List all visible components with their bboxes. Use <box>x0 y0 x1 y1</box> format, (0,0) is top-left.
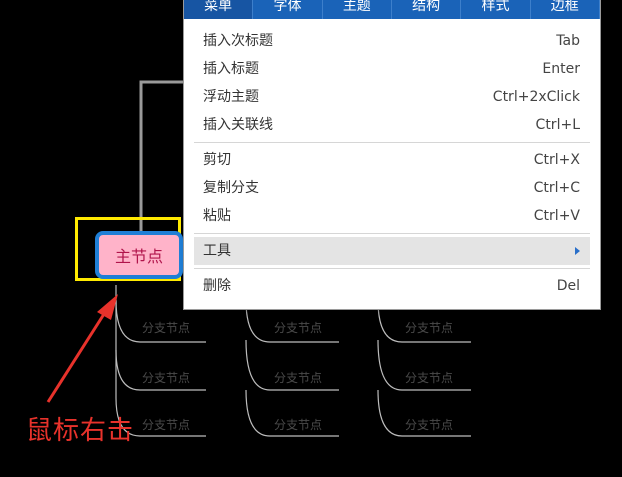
sub-node-label[interactable]: 分支节点 <box>274 369 322 386</box>
submenu-arrow-icon <box>575 247 580 255</box>
sub-node-label[interactable]: 分支节点 <box>405 416 453 433</box>
menu-item-cut[interactable]: 剪切 Ctrl+X <box>184 146 600 174</box>
tab-border[interactable]: 边框 <box>531 0 600 19</box>
menu-item-shortcut: Tab <box>556 33 580 49</box>
main-node[interactable]: 主节点 <box>95 231 183 279</box>
menu-item-shortcut: Ctrl+2xClick <box>492 89 580 105</box>
context-menu-items: 插入次标题 Tab 插入标题 Enter 浮动主题 Ctrl+2xClick 插… <box>184 19 600 300</box>
context-menu[interactable]: 菜单 字体 主题 结构 样式 边框 插入次标题 Tab 插入标题 Enter 浮… <box>183 0 601 310</box>
menu-item-paste[interactable]: 粘贴 Ctrl+V <box>184 202 600 230</box>
menu-item-delete[interactable]: 删除 Del <box>184 272 600 300</box>
main-node-label: 主节点 <box>114 247 163 266</box>
tab-style[interactable]: 样式 <box>461 0 531 19</box>
menu-item-shortcut: Enter <box>542 61 580 77</box>
menu-item-label: 浮动主题 <box>203 89 259 105</box>
menu-item-label: 插入关联线 <box>203 117 273 133</box>
annotation-arrow-head <box>97 294 118 320</box>
menu-item-tools[interactable]: 工具 <box>194 237 590 265</box>
tab-structure[interactable]: 结构 <box>392 0 462 19</box>
menu-item-shortcut: Ctrl+L <box>535 117 580 133</box>
menu-item-label: 删除 <box>203 278 231 294</box>
menu-separator <box>194 233 590 234</box>
menu-item-label: 插入次标题 <box>203 33 273 49</box>
menu-item-copy-branch[interactable]: 复制分支 Ctrl+C <box>184 174 600 202</box>
menu-separator <box>194 268 590 269</box>
menu-item-label: 插入标题 <box>203 61 259 77</box>
sub-node-label[interactable]: 分支节点 <box>142 369 190 386</box>
menu-item-shortcut: Ctrl+V <box>533 208 580 224</box>
menu-item-insert-topic[interactable]: 插入标题 Enter <box>184 55 600 83</box>
sub-node-label[interactable]: 分支节点 <box>142 416 190 433</box>
menu-item-insert-subtopic[interactable]: 插入次标题 Tab <box>184 27 600 55</box>
sub-node-label[interactable]: 分支节点 <box>274 319 322 336</box>
mindmap-canvas[interactable]: 分支节点 分支节点 分支节点 分支节点 分支节点 分支节点 分支节点 分支节点 … <box>0 0 622 477</box>
annotation-arrow-shaft <box>46 313 106 403</box>
menu-item-shortcut: Ctrl+X <box>533 152 580 168</box>
sub-node-label[interactable]: 分支节点 <box>274 416 322 433</box>
menu-item-label: 粘贴 <box>203 208 231 224</box>
menu-item-shortcut: Ctrl+C <box>533 180 580 196</box>
menu-item-label: 复制分支 <box>203 180 259 196</box>
menu-item-shortcut: Del <box>556 278 580 294</box>
context-menu-tabs: 菜单 字体 主题 结构 样式 边框 <box>184 0 600 19</box>
sub-node-label[interactable]: 分支节点 <box>142 319 190 336</box>
menu-separator <box>194 142 590 143</box>
tab-font[interactable]: 字体 <box>253 0 323 19</box>
sub-node-label[interactable]: 分支节点 <box>405 319 453 336</box>
menu-item-label: 工具 <box>203 243 231 259</box>
sub-node-label[interactable]: 分支节点 <box>405 369 453 386</box>
menu-item-floating-topic[interactable]: 浮动主题 Ctrl+2xClick <box>184 83 600 111</box>
menu-item-insert-relation[interactable]: 插入关联线 Ctrl+L <box>184 111 600 139</box>
annotation-label: 鼠标右击 <box>26 416 135 446</box>
tab-theme[interactable]: 主题 <box>323 0 392 19</box>
tab-menu[interactable]: 菜单 <box>184 0 254 19</box>
menu-item-label: 剪切 <box>203 152 231 168</box>
